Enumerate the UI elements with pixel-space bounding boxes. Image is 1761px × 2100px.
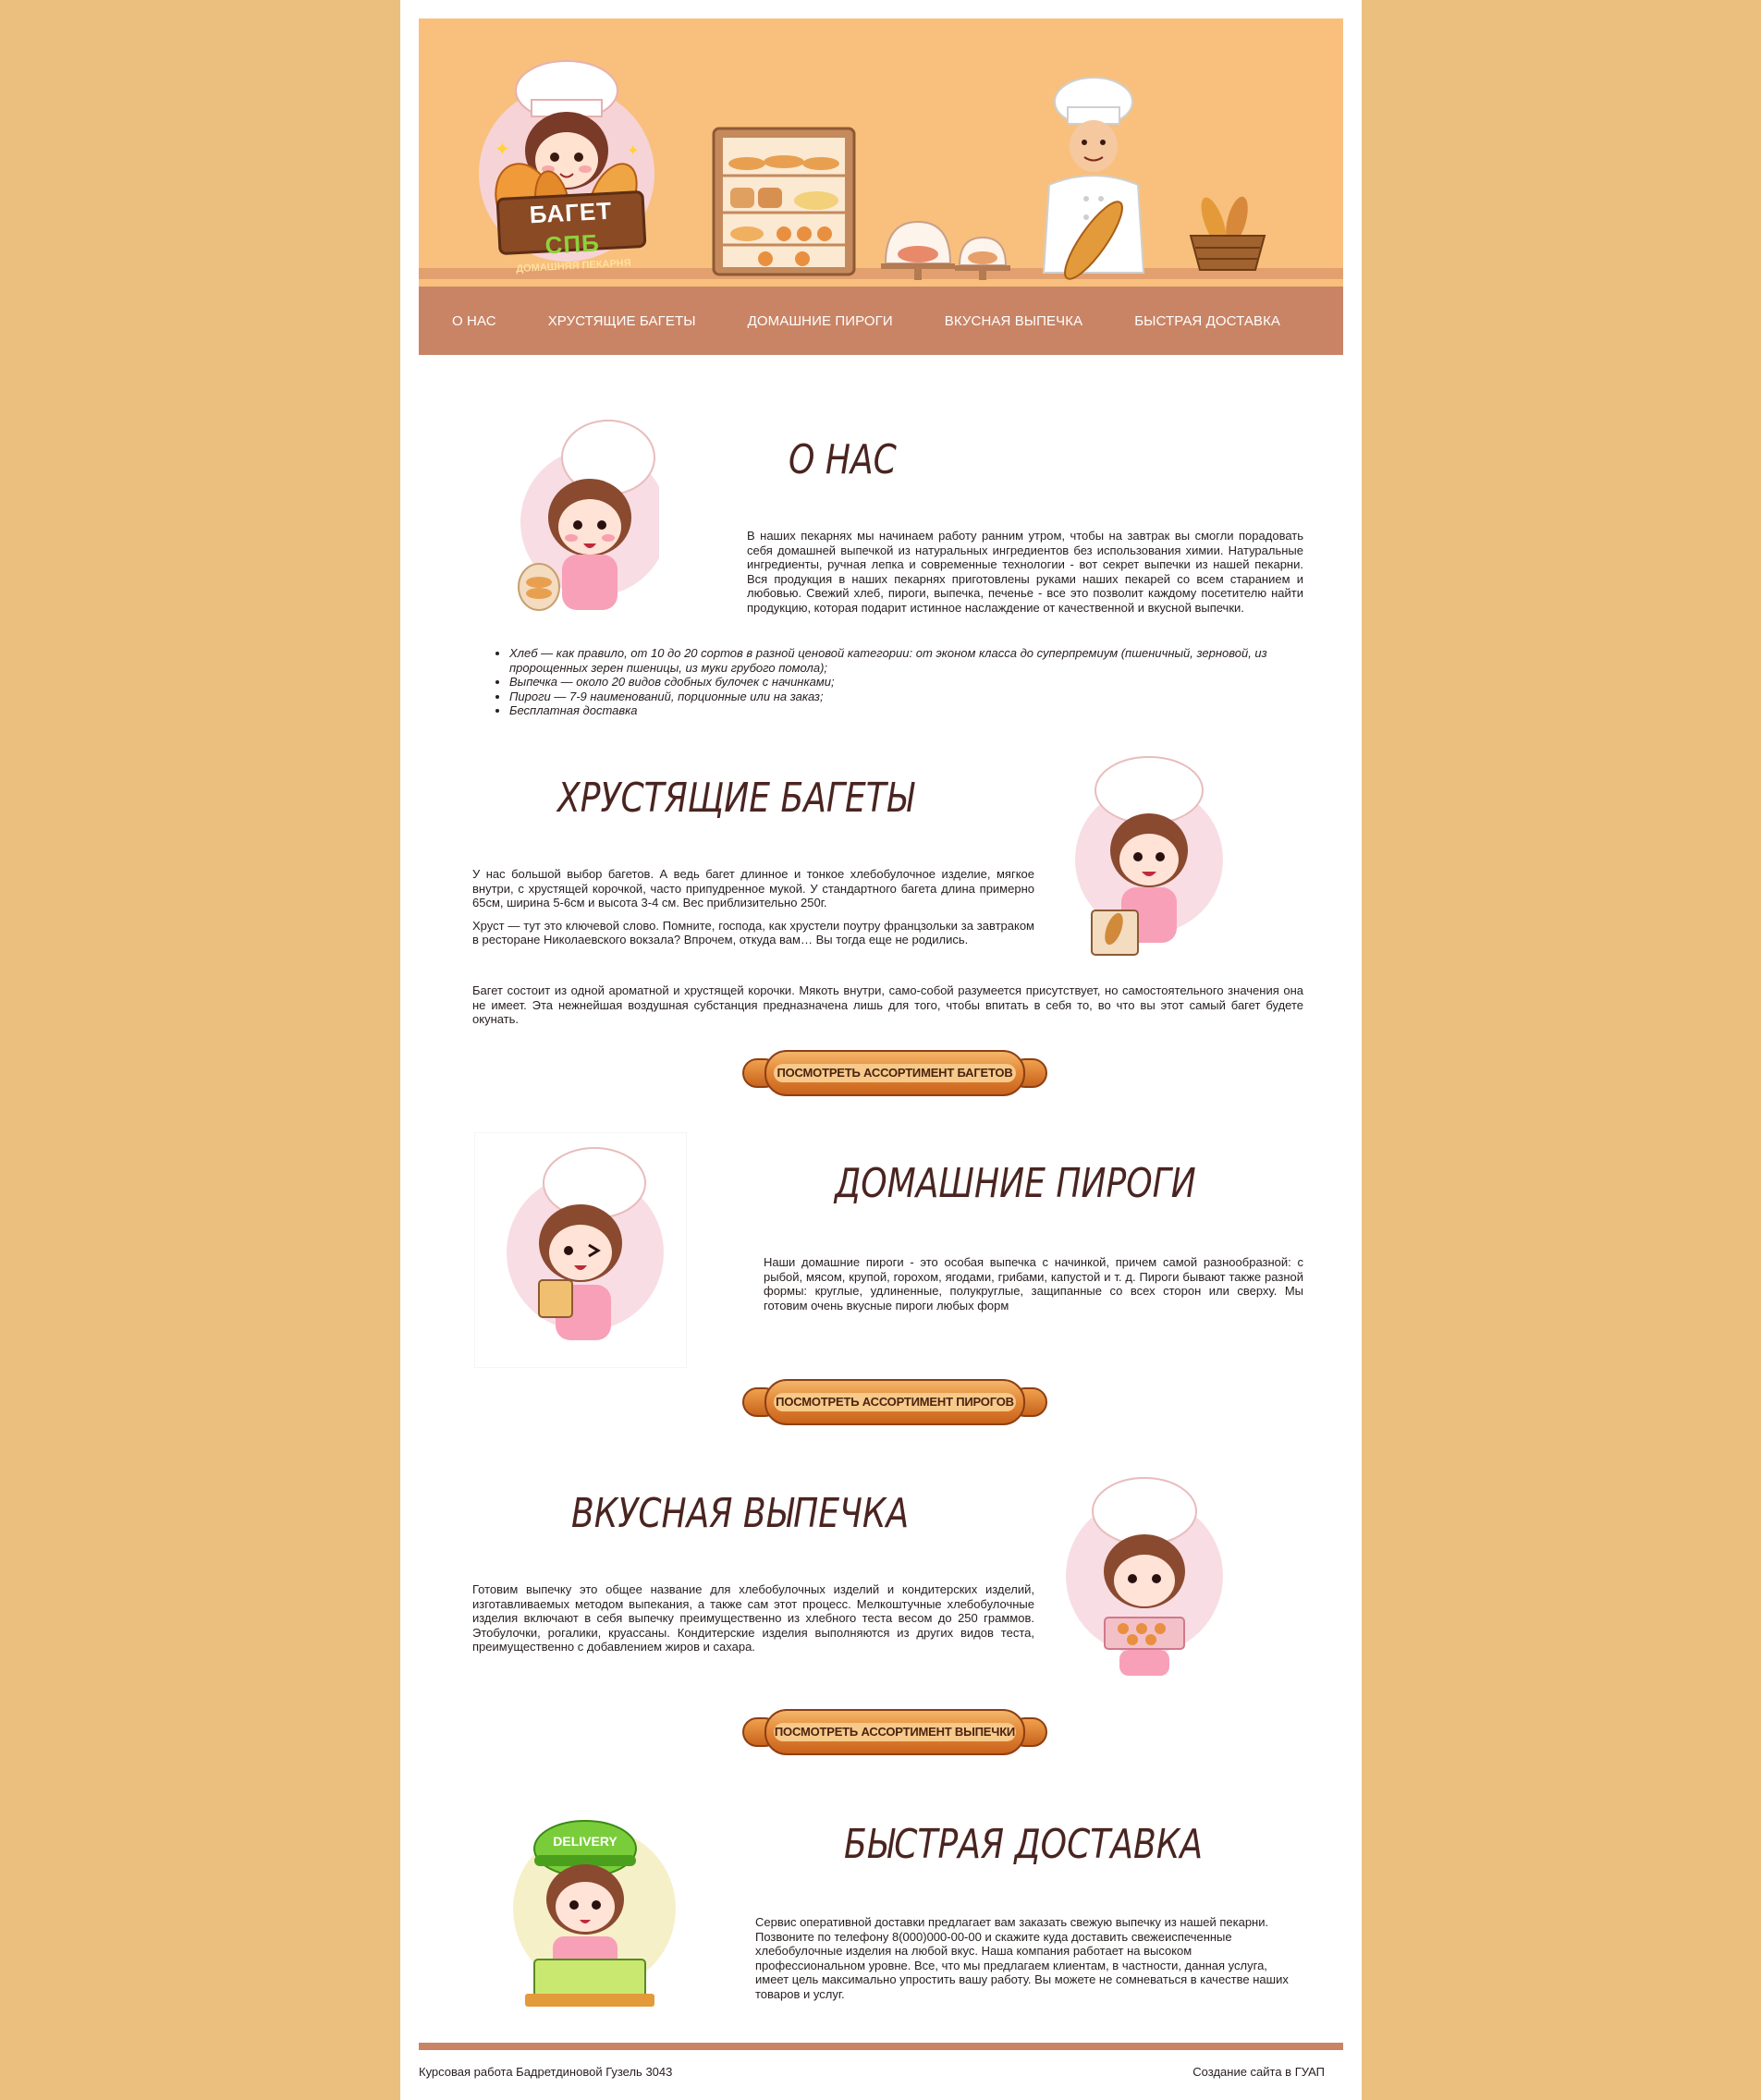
about-list-item: Хлеб — как правило, от 10 до 20 сортов в… — [509, 646, 1288, 675]
baguettes-assortment-button-label: ПОСМОТРЕТЬ АССОРТИМЕНТ БАГЕТОВ — [774, 1064, 1016, 1082]
baguettes-text: У нас большой выбор багетов. А ведь баге… — [472, 867, 1034, 956]
bread-basket-image — [1186, 194, 1269, 273]
svg-text:✦: ✦ — [627, 143, 639, 159]
pies-girl-illustration — [474, 1132, 687, 1368]
nav-item-pies[interactable]: ДОМАШНИЕ ПИРОГИ — [748, 313, 893, 329]
footer-site-note: Создание сайта в ГУАП — [1192, 2065, 1325, 2079]
pies-text: Наши домашние пироги - это особая выпечк… — [764, 1255, 1303, 1312]
pies-title: ДОМАШНИЕ ПИРОГИ — [835, 1160, 1196, 1207]
about-list-item: Пироги — 7-9 наименований, порционные ил… — [509, 690, 1288, 704]
baguettes-paragraph: У нас большой выбор багетов. А ведь баге… — [472, 867, 1034, 910]
pastry-text: Готовим выпечку это общее название для х… — [472, 1582, 1034, 1654]
about-girl-illustration — [518, 420, 659, 611]
nav-item-about[interactable]: О НАС — [452, 313, 496, 329]
pastry-assortment-button-label: ПОСМОТРЕТЬ АССОРТИМЕНТ ВЫПЕЧКИ — [774, 1723, 1016, 1741]
logo-sign: БАГЕТ СПБ ДОМАШНЯЯ ПЕКАРНЯ — [495, 189, 647, 275]
cake-domes-image — [881, 208, 1015, 282]
delivery-text: Сервис оперативной доставки предлагает в… — [755, 1915, 1289, 2001]
pastry-title: ВКУСНАЯ ВЫПЕЧКА — [571, 1490, 910, 1537]
about-title: О НАС — [789, 436, 897, 483]
delivery-title: БЫСТРАЯ ДОСТАВКА — [844, 1821, 1204, 1868]
baguettes-paragraph: Багет состоит из одной ароматной и хруст… — [472, 983, 1303, 1026]
delivery-cap-text: DELIVERY — [553, 1834, 618, 1849]
about-text: В наших пекарнях мы начинаем работу ранн… — [747, 529, 1303, 615]
pastry-assortment-button[interactable]: ПОСМОТРЕТЬ АССОРТИМЕНТ ВЫПЕЧКИ — [742, 1705, 1047, 1759]
page-container: ✦ ✦ БАГЕТ СПБ ДОМАШНЯЯ ПЕКАРНЯ О НАС ХРУ… — [400, 0, 1362, 2100]
chef-image — [1029, 74, 1158, 287]
nav-item-baguettes[interactable]: ХРУСТЯЩИЕ БАГЕТЫ — [548, 313, 696, 329]
baguettes-girl-illustration — [1075, 756, 1223, 956]
footer-divider — [419, 2043, 1343, 2050]
logo-brand: БАГЕТ СПБ — [528, 196, 613, 260]
pastry-girl-illustration — [1066, 1477, 1223, 1676]
baguettes-paragraph: Хруст — тут это ключевой слово. Помните,… — [472, 918, 1034, 947]
nav-item-delivery[interactable]: БЫСТРАЯ ДОСТАВКА — [1134, 313, 1280, 329]
about-list: Хлеб — как правило, от 10 до 20 сортов в… — [493, 646, 1288, 718]
about-list-item: Бесплатная доставка — [509, 703, 1288, 718]
nav-item-pastry[interactable]: ВКУСНАЯ ВЫПЕЧКА — [945, 313, 1082, 329]
pies-assortment-button-label: ПОСМОТРЕТЬ АССОРТИМЕНТ ПИРОГОВ — [774, 1393, 1016, 1411]
bakery-showcase-image — [710, 125, 858, 277]
svg-text:✦: ✦ — [495, 140, 510, 160]
main-nav: О НАС ХРУСТЯЩИЕ БАГЕТЫ ДОМАШНИЕ ПИРОГИ В… — [419, 287, 1343, 355]
about-list-item: Выпечка — около 20 видов сдобных булочек… — [509, 675, 1288, 690]
pies-assortment-button[interactable]: ПОСМОТРЕТЬ АССОРТИМЕНТ ПИРОГОВ — [742, 1375, 1047, 1429]
baguettes-title: ХРУСТЯЩИЕ БАГЕТЫ — [557, 775, 914, 822]
header-banner: ✦ ✦ БАГЕТ СПБ ДОМАШНЯЯ ПЕКАРНЯ О НАС ХРУ… — [419, 18, 1343, 355]
baguettes-assortment-button[interactable]: ПОСМОТРЕТЬ АССОРТИМЕНТ БАГЕТОВ — [742, 1046, 1047, 1100]
baguettes-text-wide: Багет состоит из одной ароматной и хруст… — [472, 983, 1303, 1035]
delivery-girl-illustration: DELIVERY — [513, 1820, 676, 2007]
footer-credit: Курсовая работа Бадретдиновой Гузель 304… — [419, 2065, 673, 2079]
